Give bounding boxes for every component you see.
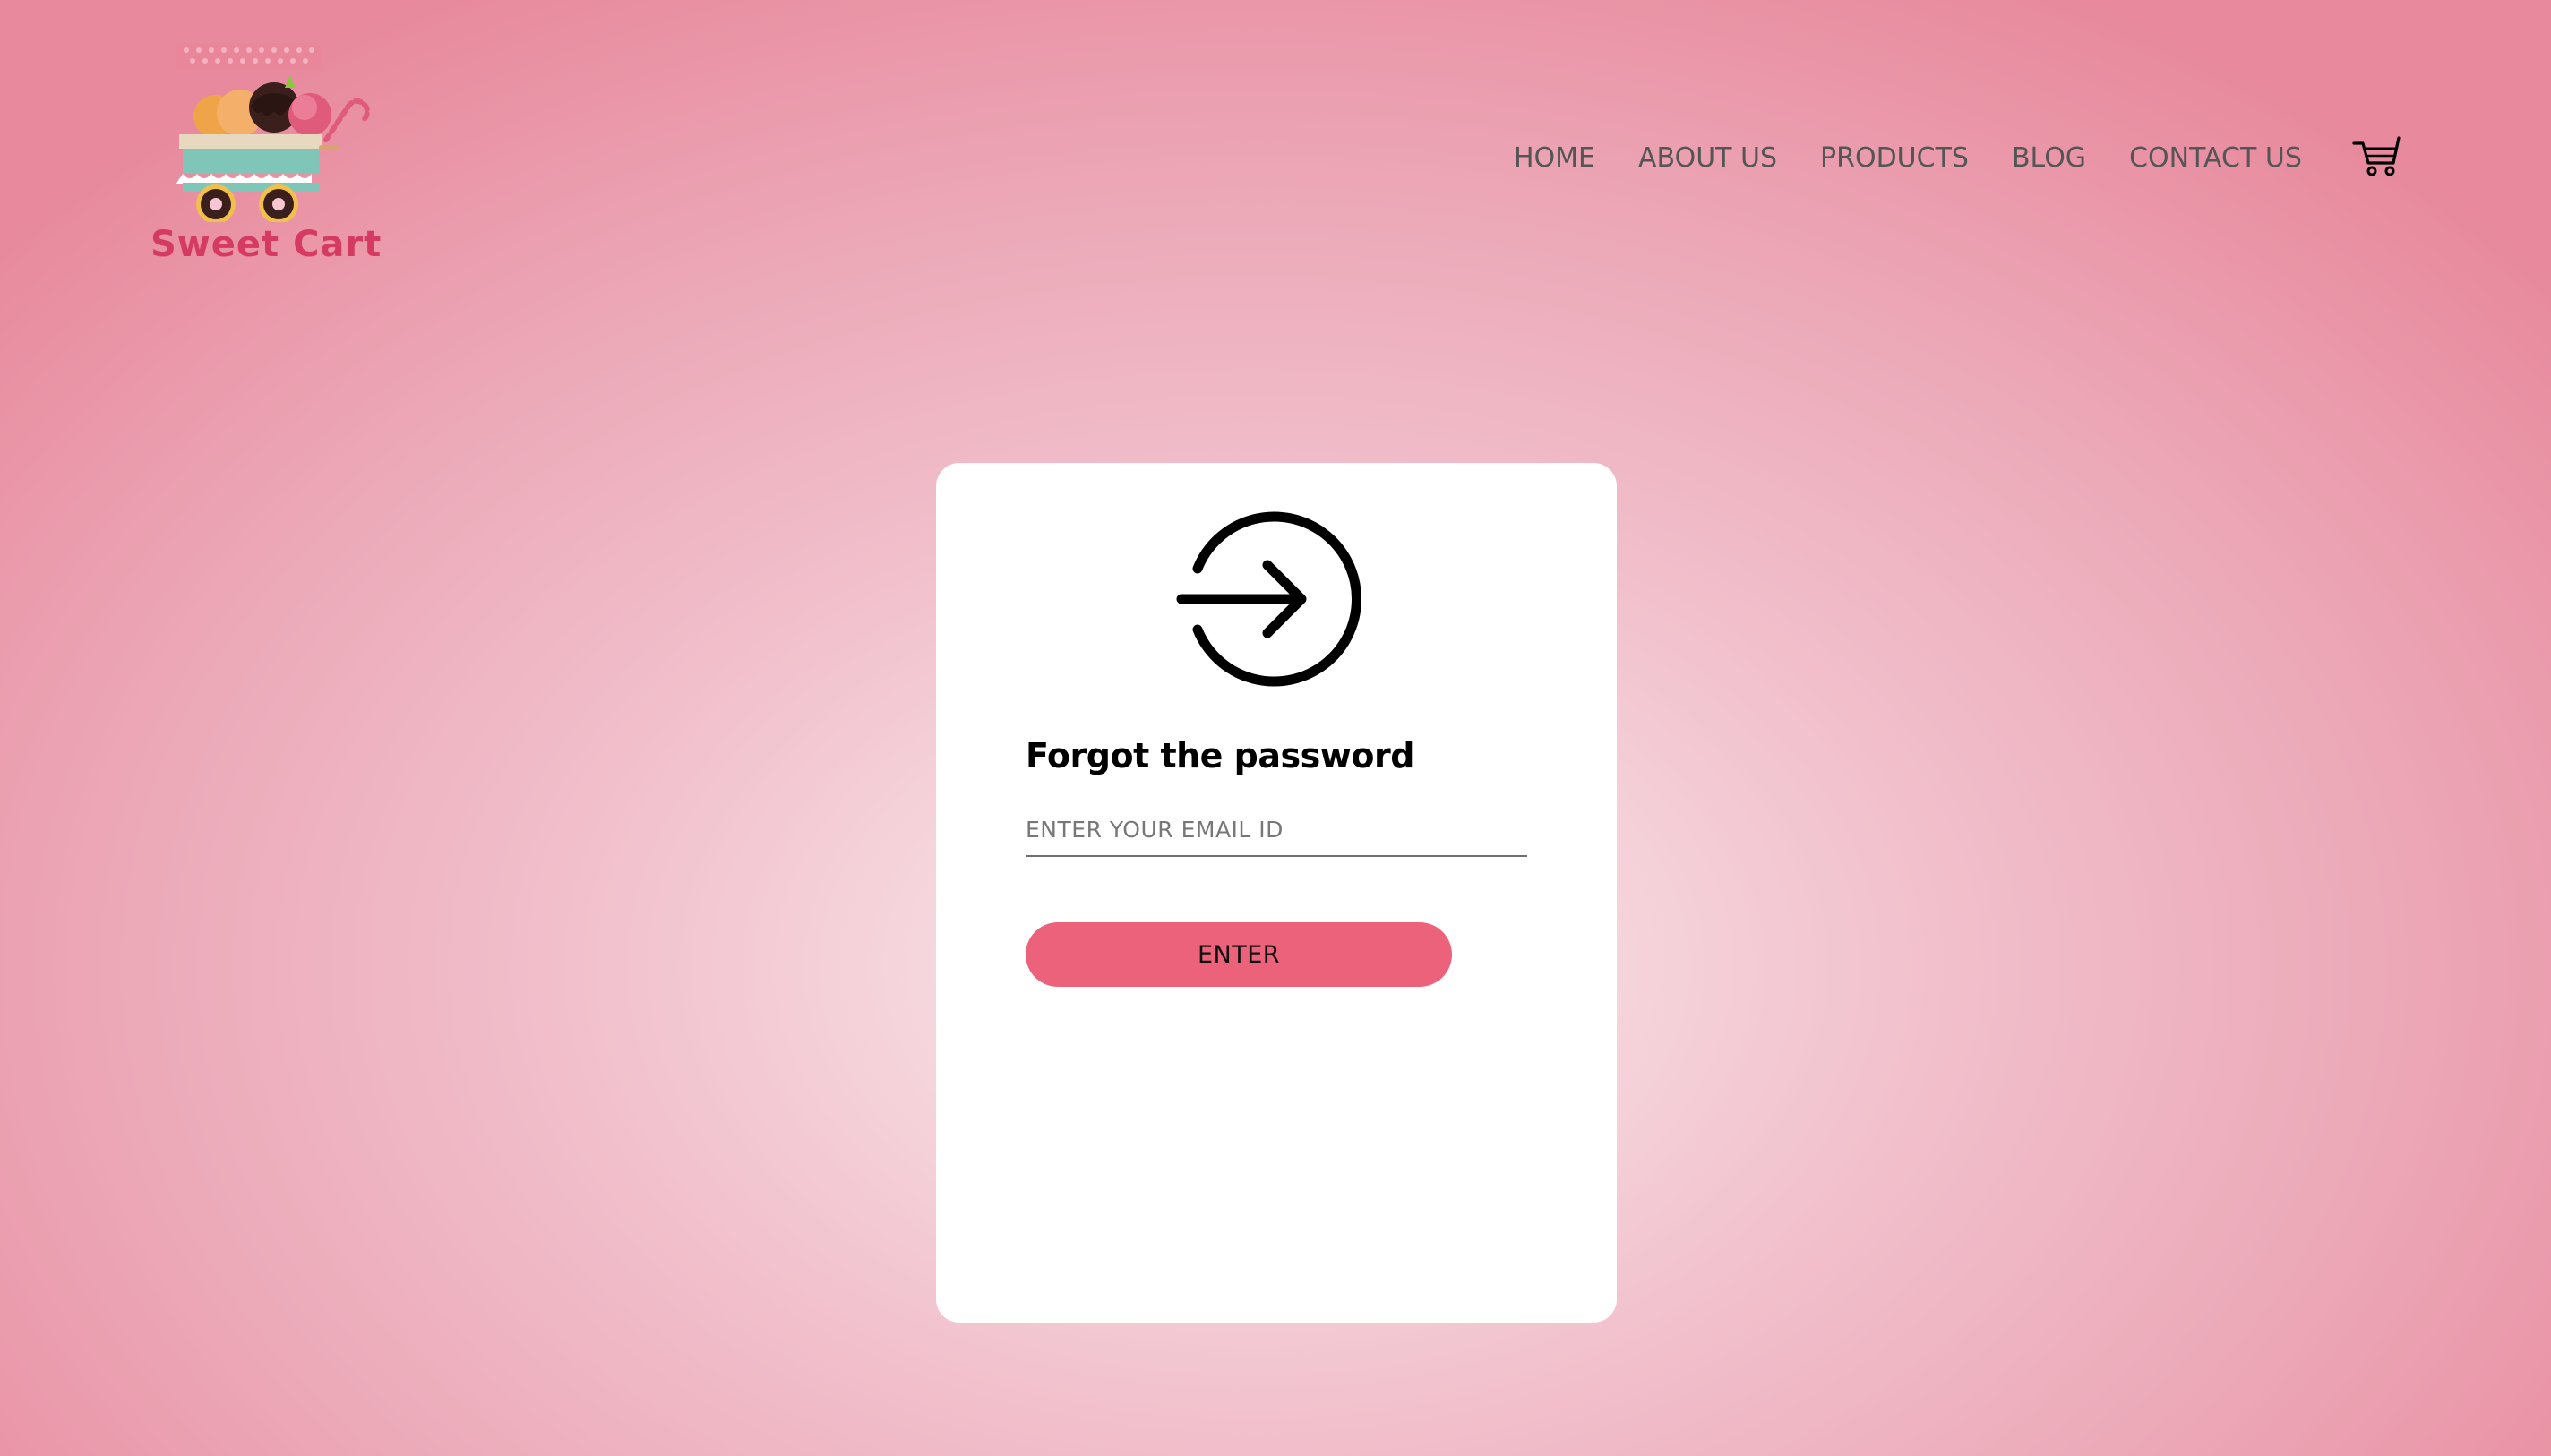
brand-logo[interactable]: Sweet Cart — [150, 34, 383, 278]
main-navigation: HOME ABOUT US PRODUCTS BLOG CONTACT US — [1514, 138, 2345, 179]
brand-name: Sweet Cart — [150, 224, 382, 265]
nav-item-blog[interactable]: BLOG — [2012, 138, 2086, 179]
shopping-cart-icon[interactable] — [2352, 134, 2402, 177]
sign-in-arrow-icon — [1176, 510, 1368, 689]
page-title: Forgot the password — [1026, 736, 1414, 775]
forgot-password-card: Forgot the password ENTER — [936, 463, 1617, 1323]
nav-item-about-us[interactable]: ABOUT US — [1638, 138, 1777, 179]
nav-item-contact-us[interactable]: CONTACT US — [2129, 138, 2302, 179]
ice-cream-cart-logo-icon — [176, 43, 370, 222]
email-field[interactable] — [1026, 803, 1527, 857]
nav-item-home[interactable]: HOME — [1514, 138, 1595, 179]
nav-item-products[interactable]: PRODUCTS — [1820, 138, 1969, 179]
enter-button[interactable]: ENTER — [1026, 922, 1452, 987]
